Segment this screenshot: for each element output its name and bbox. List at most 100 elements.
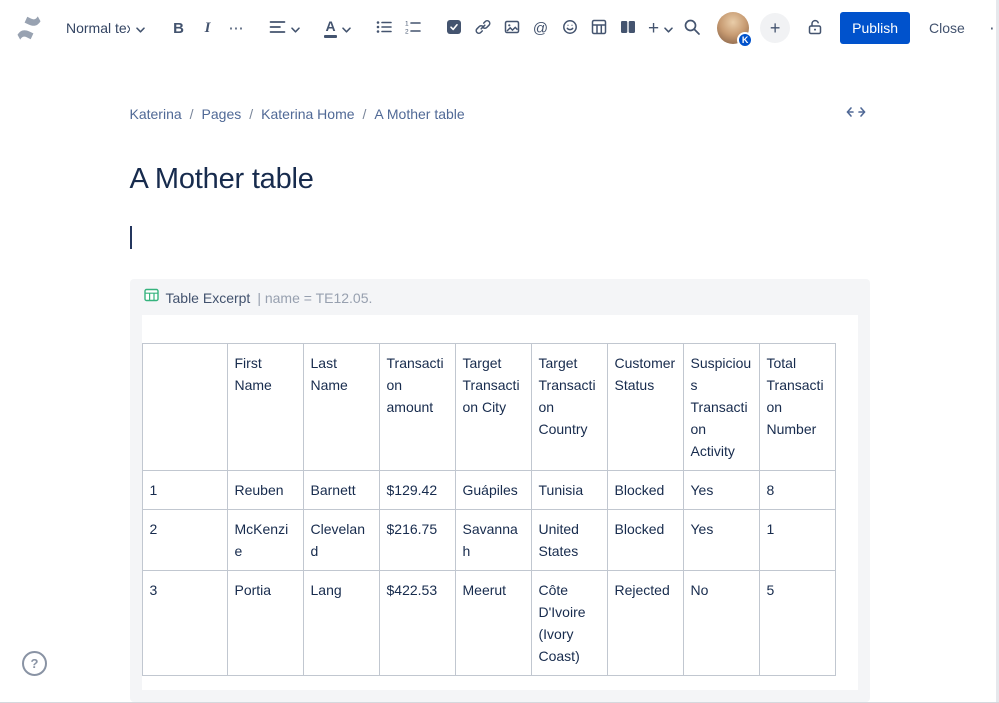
numbered-list-button[interactable]: 12 — [399, 12, 426, 44]
image-button[interactable] — [498, 12, 525, 44]
table-cell[interactable]: Cleveland — [302, 509, 380, 571]
italic-button[interactable]: I — [194, 12, 221, 44]
table-cell[interactable]: 5 — [758, 570, 836, 676]
table-cell[interactable]: United States — [530, 509, 608, 571]
page-title[interactable]: A Mother table — [130, 163, 870, 196]
breadcrumb-row: Katerina / Pages / Katerina Home / A Mot… — [130, 102, 870, 125]
macro-header: Table Excerpt | name = TE12.05. — [142, 279, 858, 315]
insert-button[interactable]: + — [643, 12, 678, 44]
table-cell[interactable]: Reuben — [226, 470, 304, 510]
table-cell[interactable]: McKenzie — [226, 509, 304, 571]
table-excerpt-macro[interactable]: Table Excerpt | name = TE12.05. First Na… — [129, 279, 870, 702]
table-row: 3 Portia Lang $422.53 Meerut Côte D'Ivoi… — [141, 570, 836, 676]
table-cell[interactable]: $129.42 — [378, 470, 456, 510]
table-header-cell[interactable]: Transaction amount — [378, 343, 456, 471]
table-row: 1 Reuben Barnett $129.42 Guápiles Tunisi… — [141, 470, 836, 510]
formatting-toolbar: Normal text B I ⋯ A 12 — [16, 12, 678, 44]
table-cell[interactable]: Portia — [226, 570, 304, 676]
page-content: Katerina / Pages / Katerina Home / A Mot… — [129, 56, 870, 702]
table-cell[interactable]: 8 — [758, 470, 836, 510]
breadcrumb-link-parent[interactable]: Katerina Home — [261, 106, 354, 122]
table-header-cell[interactable]: Target Transaction Country — [530, 343, 608, 471]
table-cell[interactable]: 1 — [141, 470, 228, 510]
excerpt-table: First Name Last Name Transaction amount … — [141, 343, 836, 676]
table-icon — [591, 19, 607, 38]
add-collaborator-button[interactable]: + — [760, 13, 791, 43]
table-cell[interactable]: 3 — [141, 570, 228, 676]
breadcrumb-separator: / — [249, 105, 254, 122]
bold-button[interactable]: B — [165, 12, 192, 44]
table-cell[interactable]: Meerut — [454, 570, 532, 676]
alignment-button[interactable] — [264, 12, 305, 44]
table-cell[interactable]: Rejected — [606, 570, 684, 676]
table-header-cell[interactable]: Total Transaction Number — [758, 343, 836, 471]
page-width-toggle-button[interactable] — [842, 102, 870, 125]
macro-title: Table Excerpt — [165, 289, 251, 306]
mention-icon: @ — [532, 19, 549, 37]
plus-icon: + — [648, 17, 660, 39]
task-list-button[interactable] — [440, 12, 467, 44]
breadcrumb-link-current[interactable]: A Mother table — [374, 106, 464, 122]
table-header-cell[interactable]: First Name — [226, 343, 304, 471]
avatar-badge: K — [737, 32, 754, 48]
restrictions-button[interactable] — [801, 12, 829, 44]
svg-text:1: 1 — [405, 20, 409, 27]
close-button[interactable]: Close — [921, 12, 973, 44]
image-icon — [504, 19, 520, 38]
breadcrumb-separator: / — [362, 105, 367, 122]
emoji-icon — [562, 19, 578, 38]
search-icon — [683, 18, 701, 39]
breadcrumb-separator: / — [189, 105, 194, 122]
table-header-cell[interactable]: Suspicious Transaction Activity — [682, 343, 760, 471]
unlocked-padlock-icon — [806, 18, 824, 39]
table-cell[interactable]: 2 — [141, 509, 228, 571]
table-cell[interactable]: Blocked — [606, 470, 684, 510]
link-icon — [475, 19, 491, 38]
text-style-dropdown[interactable]: Normal text — [58, 12, 153, 44]
breadcrumb-link-pages[interactable]: Pages — [202, 106, 242, 122]
numbered-list-icon: 12 — [405, 20, 421, 37]
table-cell[interactable]: No — [682, 570, 760, 676]
user-avatar[interactable]: K — [717, 12, 754, 48]
table-cell[interactable]: Yes — [682, 509, 760, 571]
editor-toolbar: Normal text B I ⋯ A 12 — [0, 0, 999, 56]
macro-body: First Name Last Name Transaction amount … — [141, 315, 858, 690]
breadcrumb-link-space[interactable]: Katerina — [130, 106, 182, 122]
text-cursor — [129, 226, 132, 249]
more-formatting-button[interactable]: ⋯ — [223, 12, 250, 44]
table-cell[interactable]: Yes — [682, 470, 760, 510]
text-color-button[interactable]: A — [319, 12, 356, 44]
expand-width-icon — [846, 106, 866, 121]
mention-button[interactable]: @ — [527, 12, 554, 44]
bullet-list-button[interactable] — [370, 12, 397, 44]
macro-params: | name = TE12.05. — [257, 289, 373, 306]
confluence-logo-icon — [16, 15, 42, 41]
svg-text:2: 2 — [405, 28, 409, 34]
help-button[interactable]: ? — [22, 651, 47, 676]
emoji-button[interactable] — [556, 12, 583, 44]
breadcrumb: Katerina / Pages / Katerina Home / A Mot… — [130, 106, 465, 122]
table-header-cell[interactable]: Target Transaction City — [454, 343, 532, 471]
layouts-button[interactable] — [614, 12, 641, 44]
table-excerpt-icon — [143, 288, 159, 307]
table-cell[interactable]: Savannah — [454, 509, 532, 571]
table-cell[interactable]: Guápiles — [454, 470, 532, 510]
table-cell[interactable]: $422.53 — [378, 570, 456, 676]
publish-button[interactable]: Publish — [840, 12, 911, 44]
search-button[interactable] — [678, 12, 706, 44]
table-cell[interactable]: $216.75 — [378, 509, 456, 571]
table-header-cell[interactable]: Last Name — [302, 343, 380, 471]
text-color-icon: A — [324, 19, 337, 38]
table-cell[interactable]: 1 — [758, 509, 836, 571]
table-cell[interactable]: Tunisia — [530, 470, 608, 510]
link-button[interactable] — [469, 12, 496, 44]
table-header-cell[interactable]: Customer Status — [606, 343, 684, 471]
table-header-cell[interactable] — [141, 343, 228, 471]
table-cell[interactable]: Lang — [302, 570, 380, 676]
plus-icon: + — [769, 18, 781, 38]
table-cell[interactable]: Blocked — [606, 509, 684, 571]
table-button[interactable] — [585, 12, 612, 44]
task-checkbox-icon — [446, 19, 462, 38]
table-cell[interactable]: Barnett — [302, 470, 380, 510]
table-cell[interactable]: Côte D'Ivoire (Ivory Coast) — [530, 570, 608, 676]
